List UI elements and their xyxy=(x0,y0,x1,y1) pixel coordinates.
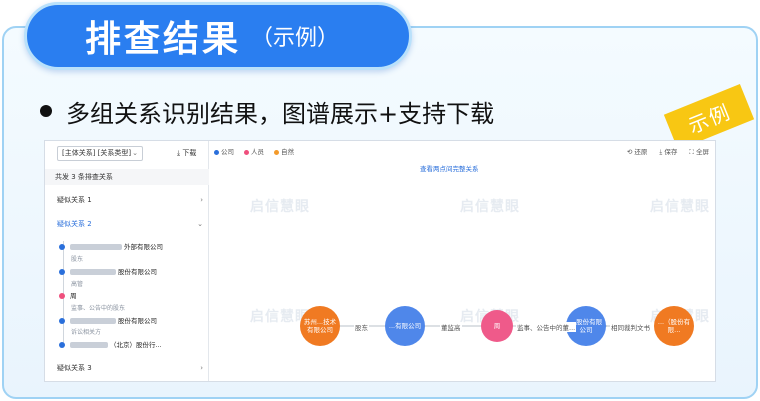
timeline-sub: 诉讼相关方 xyxy=(71,329,102,336)
chevron-down-icon: ⌄ xyxy=(132,149,138,157)
timeline-sub: 监事、公告中的股东 xyxy=(71,305,126,312)
edge-label: 股东 xyxy=(354,322,369,332)
section-relation-2[interactable]: 疑似关系 2 ⌄ xyxy=(45,215,209,233)
timeline-sub: 高管 xyxy=(71,281,84,288)
chevron-down-icon: ⌄ xyxy=(197,220,203,228)
timeline-sub: 股东 xyxy=(71,256,84,263)
edge-label: 相同裁判文书 xyxy=(610,322,651,332)
relation-graph[interactable]: 公司 人员 自然 ⟲ 还原 ⤓ 保存 ⛶ 全屏 查看两点间完整关系 启信慧眼 启… xyxy=(210,141,715,381)
page-title: 排查结果 xyxy=(85,19,242,60)
section-label: 疑似关系 2 xyxy=(57,220,92,228)
graph-node-company[interactable]: 苏州...技术有限公司 xyxy=(300,306,340,346)
timeline-item-text: 外部有限公司 xyxy=(124,243,163,251)
timeline-item-text: 周 xyxy=(70,292,77,300)
timeline-item[interactable]: 股份有限公司 xyxy=(59,315,157,325)
app-screenshot: [主体关系] [关系类型] ⌄ ⤓ 下载 共发 3 条排查关系 疑似关系 1 ›… xyxy=(44,140,716,382)
page-subtitle: （示例） xyxy=(251,26,340,51)
section-relation-1[interactable]: 疑似关系 1 › xyxy=(45,191,209,209)
timeline-item-text: 股份有限公司 xyxy=(118,268,157,276)
section-relation-3[interactable]: 疑似关系 3 › xyxy=(45,359,209,377)
relation-type-select[interactable]: [主体关系] [关系类型] ⌄ xyxy=(57,146,143,161)
timeline-item[interactable]: 周 xyxy=(59,290,77,300)
timeline-item-text: （北京）股份行... xyxy=(110,341,162,349)
graph-edges xyxy=(321,323,631,329)
company-dot-icon xyxy=(59,342,65,348)
redacted-text xyxy=(70,244,122,250)
count-text: 共发 3 条排查关系 xyxy=(45,169,209,185)
timeline-item[interactable]: 外部有限公司 xyxy=(59,241,163,251)
download-label: 下载 xyxy=(182,149,197,157)
company-dot-icon xyxy=(59,269,65,275)
title-banner: 排查结果 （示例） xyxy=(24,2,412,70)
graph-node-person[interactable]: 周 xyxy=(481,310,513,342)
relation-list-panel: [主体关系] [关系类型] ⌄ ⤓ 下载 共发 3 条排查关系 疑似关系 1 ›… xyxy=(45,141,209,381)
timeline-item[interactable]: 股份有限公司 xyxy=(59,266,157,276)
select-value: [主体关系] [关系类型] xyxy=(62,149,132,157)
timeline-item-text: 股份有限公司 xyxy=(118,317,157,325)
company-dot-icon xyxy=(59,244,65,250)
person-dot-icon xyxy=(59,293,65,299)
graph-node-company[interactable]: ...有限公司 xyxy=(385,306,425,346)
edge-label: 监事、公告中的董... xyxy=(516,322,577,332)
section-label: 疑似关系 1 xyxy=(57,196,92,204)
company-dot-icon xyxy=(59,318,65,324)
chevron-right-icon: › xyxy=(200,196,203,204)
redacted-text xyxy=(70,318,116,324)
bullet-line: 多组关系识别结果，图谱展示+支持下载 xyxy=(40,94,494,128)
chevron-right-icon: › xyxy=(200,364,203,372)
graph-node-company[interactable]: ...（股份有限... xyxy=(654,306,694,346)
download-button[interactable]: ⤓ 下载 xyxy=(177,148,196,158)
timeline-item[interactable]: （北京）股份行... xyxy=(59,339,162,349)
section-label: 疑似关系 3 xyxy=(57,364,92,372)
redacted-text xyxy=(70,342,108,348)
redacted-text xyxy=(70,269,116,275)
edge-label: 董监高 xyxy=(440,322,462,332)
bullet-text: 多组关系识别结果，图谱展示+支持下载 xyxy=(66,99,495,128)
bullet-dot-icon xyxy=(40,105,52,117)
